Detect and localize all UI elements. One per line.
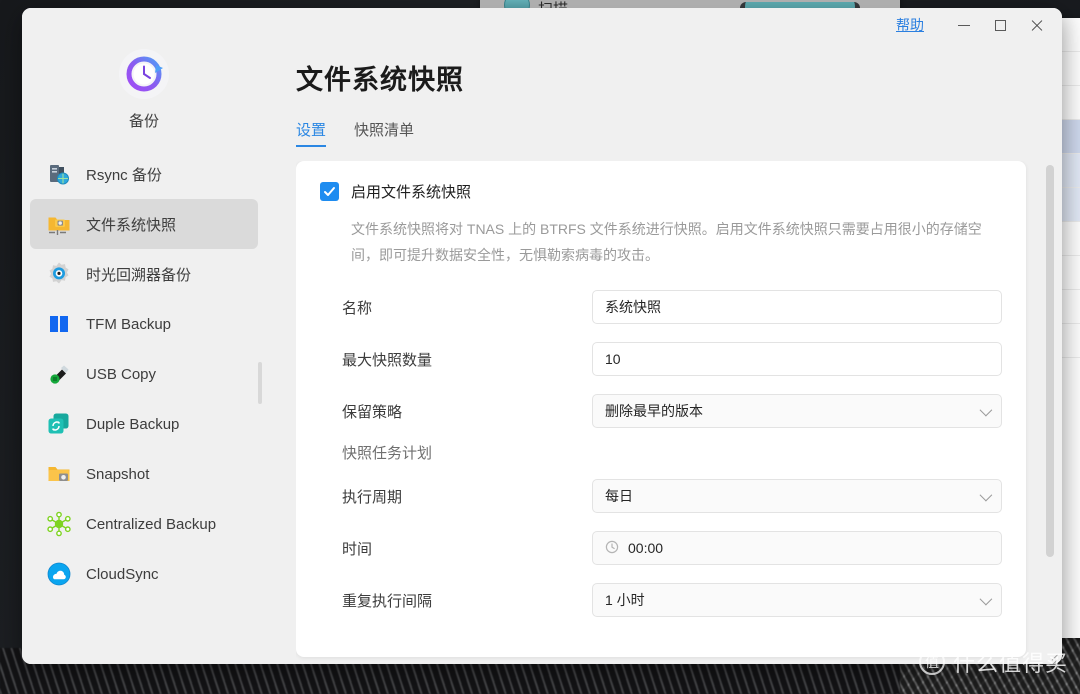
help-link[interactable]: 帮助 bbox=[896, 15, 924, 35]
enable-snapshot-row: 启用文件系统快照 bbox=[320, 181, 1002, 202]
sidebar-item-cloudsync[interactable]: CloudSync bbox=[30, 549, 258, 599]
sidebar-item-label: Rsync 备份 bbox=[86, 166, 162, 184]
minimize-button[interactable] bbox=[946, 11, 982, 39]
sidebar-item-snapshot[interactable]: Snapshot bbox=[30, 449, 258, 499]
sidebar-item-label: USB Copy bbox=[86, 365, 157, 383]
sidebar-item-filesystem-snapshot[interactable]: 文件系统快照 bbox=[30, 199, 258, 249]
sidebar-item-time-machine-backup[interactable]: 时光回溯器备份 bbox=[30, 249, 258, 299]
network-nodes-icon bbox=[46, 511, 72, 537]
field-label: 名称 bbox=[342, 299, 373, 317]
settings-card: 启用文件系统快照 文件系统快照将对 TNAS 上的 BTRFS 文件系统进行快照… bbox=[296, 161, 1026, 657]
field-label: 重复执行间隔 bbox=[342, 592, 433, 610]
maximize-button[interactable] bbox=[982, 11, 1018, 39]
content-scrollbar-thumb[interactable] bbox=[1046, 165, 1054, 557]
sidebar-item-centralized-backup[interactable]: Centralized Backup bbox=[30, 499, 258, 549]
sidebar-item-label: CloudSync bbox=[86, 565, 159, 583]
content-scrollbar[interactable] bbox=[1046, 165, 1054, 660]
form-row-time: 时间 00:00 bbox=[320, 527, 1002, 569]
settings-form: 名称 系统快照 最大快照数量 10 保留策略 删除最早的版本 快照任务计划 执行… bbox=[320, 286, 1002, 621]
frequency-select[interactable]: 每日 bbox=[592, 479, 1002, 513]
server-globe-icon bbox=[46, 161, 72, 187]
form-row-max-snapshots: 最大快照数量 10 bbox=[320, 338, 1002, 380]
sidebar-item-label: Centralized Backup bbox=[86, 515, 217, 533]
window-titlebar: 帮助 bbox=[22, 8, 1062, 42]
sidebar-item-label: TFM Backup bbox=[86, 315, 172, 333]
resize-grip[interactable] bbox=[1042, 646, 1058, 664]
field-value: 10 bbox=[605, 351, 621, 367]
field-label: 最大快照数量 bbox=[342, 351, 433, 369]
usb-drive-icon bbox=[46, 361, 72, 387]
minimize-icon bbox=[958, 24, 970, 26]
enable-snapshot-checkbox[interactable] bbox=[320, 182, 339, 201]
sidebar: 备份 Rsync 备份 文件系统快照 时光回溯器备份 TFM Backup US… bbox=[22, 42, 266, 664]
tab-settings[interactable]: 设置 bbox=[296, 119, 327, 147]
field-label: 时间 bbox=[342, 540, 373, 558]
enable-snapshot-label: 启用文件系统快照 bbox=[351, 184, 472, 201]
retention-policy-select[interactable]: 删除最早的版本 bbox=[592, 394, 1002, 428]
max-snapshots-input[interactable]: 10 bbox=[592, 342, 1002, 376]
field-value: 系统快照 bbox=[605, 299, 661, 315]
sidebar-header: 备份 bbox=[22, 46, 266, 131]
form-row-frequency: 执行周期 每日 bbox=[320, 475, 1002, 517]
repeat-interval-select[interactable]: 1 小时 bbox=[592, 583, 1002, 617]
open-book-icon bbox=[46, 311, 72, 337]
field-label: 执行周期 bbox=[342, 488, 403, 506]
desktop: 扫描 帮助 bbox=[0, 0, 1080, 694]
folder-camera-icon bbox=[46, 461, 72, 487]
sidebar-item-duple-backup[interactable]: Duple Backup bbox=[30, 399, 258, 449]
maximize-icon bbox=[994, 19, 1006, 31]
chevron-down-icon bbox=[979, 488, 993, 501]
time-machine-icon bbox=[46, 261, 72, 287]
sidebar-item-label: 文件系统快照 bbox=[86, 216, 177, 234]
field-value: 删除最早的版本 bbox=[605, 403, 703, 419]
sidebar-nav: Rsync 备份 文件系统快照 时光回溯器备份 TFM Backup USB C… bbox=[22, 149, 266, 599]
form-row-name: 名称 系统快照 bbox=[320, 286, 1002, 328]
close-icon bbox=[1030, 19, 1043, 32]
time-input[interactable]: 00:00 bbox=[592, 531, 1002, 565]
field-value: 每日 bbox=[605, 488, 633, 504]
cloud-icon bbox=[46, 561, 72, 587]
field-label: 保留策略 bbox=[342, 403, 403, 421]
field-value: 1 小时 bbox=[605, 592, 645, 608]
clock-icon bbox=[605, 540, 619, 557]
backup-app-window: 帮助 备份 Rsync 备份 文件系统快照 时光回溯器备份 TFM Backup… bbox=[22, 8, 1062, 664]
tab-bar: 设置 快照清单 bbox=[296, 119, 1062, 149]
form-row-repeat-interval: 重复执行间隔 1 小时 bbox=[320, 579, 1002, 621]
content-area: 文件系统快照 设置 快照清单 启用文件系统快照 文件系统快照将对 TNAS 上的… bbox=[266, 42, 1062, 664]
sidebar-item-label: Duple Backup bbox=[86, 415, 180, 433]
sidebar-item-label: Snapshot bbox=[86, 465, 150, 483]
check-icon bbox=[324, 187, 335, 196]
page-title: 文件系统快照 bbox=[296, 65, 464, 95]
tab-snapshot-list[interactable]: 快照清单 bbox=[354, 119, 414, 147]
sidebar-item-tfm-backup[interactable]: TFM Backup bbox=[30, 299, 258, 349]
sidebar-item-label: 时光回溯器备份 bbox=[86, 266, 192, 284]
folder-camera-icon bbox=[46, 211, 72, 237]
schedule-section-label: 快照任务计划 bbox=[342, 445, 433, 462]
enable-snapshot-helper: 文件系统快照将对 TNAS 上的 BTRFS 文件系统进行快照。启用文件系统快照… bbox=[351, 221, 982, 263]
sidebar-app-name: 备份 bbox=[128, 113, 159, 130]
form-row-retention-policy: 保留策略 删除最早的版本 bbox=[320, 390, 1002, 432]
sidebar-scrollbar[interactable] bbox=[258, 362, 262, 404]
sidebar-item-rsync-backup[interactable]: Rsync 备份 bbox=[30, 149, 258, 199]
field-value: 00:00 bbox=[628, 540, 664, 556]
sidebar-item-usb-copy[interactable]: USB Copy bbox=[30, 349, 258, 399]
settings-scroll-area: 启用文件系统快照 文件系统快照将对 TNAS 上的 BTRFS 文件系统进行快照… bbox=[296, 161, 1062, 664]
close-button[interactable] bbox=[1018, 11, 1054, 39]
window-body: 备份 Rsync 备份 文件系统快照 时光回溯器备份 TFM Backup US… bbox=[22, 42, 1062, 664]
name-input[interactable]: 系统快照 bbox=[592, 290, 1002, 324]
chevron-down-icon bbox=[979, 592, 993, 605]
clock-refresh-icon bbox=[122, 52, 166, 96]
duplicate-sync-icon bbox=[46, 411, 72, 437]
chevron-down-icon bbox=[979, 403, 993, 416]
